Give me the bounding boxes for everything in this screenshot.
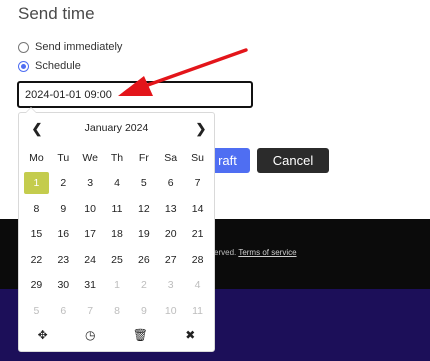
annotation-arrow bbox=[118, 48, 248, 96]
